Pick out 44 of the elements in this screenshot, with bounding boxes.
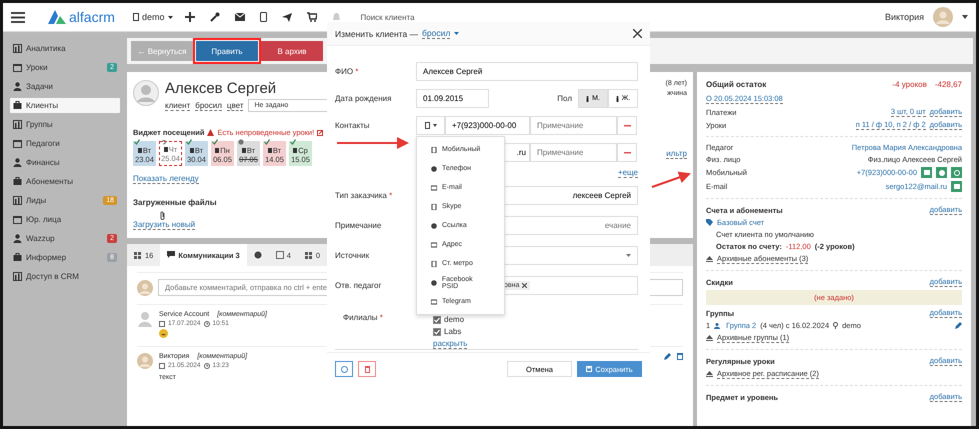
sidebar-item[interactable]: Задачи (9, 78, 121, 95)
legend-link[interactable]: Показать легенду (133, 174, 199, 184)
field-label: Пол (557, 94, 572, 103)
logo-text: alfacrm (69, 9, 115, 25)
field-label: Отв. педагог (335, 281, 382, 290)
files-title: Загруженные файлы (133, 198, 217, 207)
field-label: ФИО * (335, 67, 360, 76)
section-title: Общий остаток (706, 80, 766, 89)
contact-note-field[interactable]: Примечание (530, 116, 617, 135)
toolbar-button[interactable]: В архив (261, 41, 323, 61)
sidebar-item[interactable]: Клиенты (9, 97, 121, 114)
balance-lessons: -4 уроков (892, 80, 927, 89)
sidebar-item[interactable]: Аналитика (9, 40, 121, 57)
client-tag[interactable]: цвет (226, 100, 244, 110)
sidebar-item[interactable]: Доступ в CRM (9, 268, 121, 285)
sidebar-item[interactable]: Юр. лица (9, 211, 121, 228)
status-link[interactable]: бросил (422, 28, 450, 39)
toolbar-button[interactable]: Править (196, 41, 258, 61)
sidebar-item[interactable]: Педагоги (9, 135, 121, 152)
field-label: Контакты (335, 121, 371, 130)
sidebar-item[interactable]: Группы (9, 116, 121, 133)
field-label: Филиалы * (343, 313, 384, 322)
upload-link[interactable]: Загрузить новый (133, 220, 196, 230)
name-field[interactable]: Алексев Сергей (416, 62, 638, 81)
dialog-title: Изменить клиента — (335, 28, 418, 38)
branch-selector[interactable]: demo (133, 12, 173, 22)
client-tag[interactable]: бросил (195, 100, 222, 110)
contact-note-field[interactable]: Примечание (530, 143, 617, 162)
birth-date-field[interactable]: 01.09.2015 (416, 89, 489, 108)
client-tag[interactable]: клиент (165, 100, 190, 110)
contact-field[interactable]: +7(923)000-00-00 (445, 116, 530, 135)
sidebar-item[interactable]: Абонементы (9, 173, 121, 190)
sidebar-item[interactable]: Финансы (9, 154, 121, 171)
branch-checkbox[interactable]: demo (433, 315, 464, 324)
client-name: Алексев Сергей (165, 80, 278, 97)
balance-amount: -428,67 (934, 80, 962, 89)
field-label: Тип заказчика * (335, 191, 394, 200)
add-contact-link[interactable]: +еще (618, 168, 638, 178)
branch-checkbox[interactable]: Labs (433, 327, 462, 336)
field-label: Источник (335, 251, 370, 260)
field-label: Примечание (335, 221, 382, 230)
user-name[interactable]: Виктория (884, 12, 924, 22)
filter-link[interactable]: ильтр (666, 149, 687, 159)
expand-link[interactable]: раскрыть (433, 339, 468, 349)
